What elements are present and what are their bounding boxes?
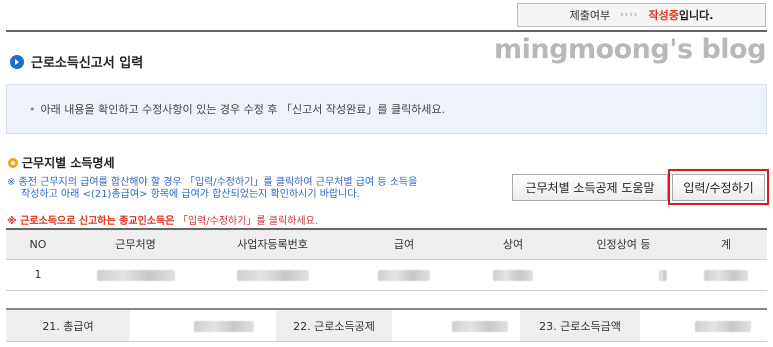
religious-notice-prefix: ※ 근로소득으로 신고하는 종교인소득 <box>7 216 166 227</box>
bullet-icon: • <box>29 102 36 116</box>
table-header-row: NO 근무처명 사업자등록번호 급여 상여 인정상여 등 계 <box>6 228 767 260</box>
cell-workplace-redacted <box>70 259 201 291</box>
totals-row: 21. 총급여 22. 근로소득공제 23. 근로소득금액 <box>6 309 767 342</box>
redacted-value <box>695 320 751 332</box>
info-text: 아래 내용을 확인하고 수정사항이 있는 경우 수정 후 「신고서 작성완료」를… <box>40 103 446 116</box>
earned-income-deduction-label: 22. 근로소득공제 <box>276 309 392 342</box>
status-state: 작성중 <box>648 9 679 22</box>
redacted-value <box>452 320 508 332</box>
cell-total-redacted <box>685 259 767 291</box>
earned-income-amount-label: 23. 근로소득금액 <box>520 309 640 342</box>
workplace-income-table: NO 근무처명 사업자등록번호 급여 상여 인정상여 등 계 1 <box>6 228 767 291</box>
notice-line-1: ※ 종전 근무지의 급여를 합산해야 할 경우 「입력/수정하기」를 클릭하여 … <box>7 177 418 188</box>
highlight-frame <box>668 169 769 205</box>
blog-watermark: mingmoong's blog <box>494 34 766 65</box>
religious-notice-mid: 은 <box>165 216 178 227</box>
income-totals-table: 21. 총급여 22. 근로소득공제 23. 근로소득금액 <box>6 308 767 342</box>
section-title: 근로소득신고서 입력 <box>10 52 143 71</box>
col-header-workplace: 근무처명 <box>70 228 201 260</box>
col-header-business-number: 사업자등록번호 <box>201 228 344 260</box>
notice-line-2: 작성하고 아래 <(21)총급여> 항목에 급여가 합산되었는지 확인하시기 바… <box>21 189 360 200</box>
redacted-value <box>659 269 667 281</box>
section-title-text: 근로소득신고서 입력 <box>31 56 144 71</box>
workplace-income-title-text: 근무지별 소득명세 <box>22 156 115 170</box>
cell-salary-redacted <box>344 259 464 291</box>
previous-workplace-notice: ※ 종전 근무지의 급여를 합산해야 할 경우 「입력/수정하기」를 클릭하여 … <box>7 177 497 201</box>
total-salary-label: 21. 총급여 <box>6 309 130 342</box>
col-header-total: 계 <box>685 228 767 260</box>
cell-business-number-redacted <box>201 259 344 291</box>
ring-bullet-icon <box>8 157 18 168</box>
redacted-value <box>236 269 309 281</box>
progress-arrows-icon: ›››› <box>620 10 639 20</box>
cell-no: 1 <box>6 259 70 291</box>
redacted-value <box>378 269 430 281</box>
redacted-value <box>194 320 254 332</box>
earned-income-amount-value-redacted <box>640 309 767 342</box>
circle-arrow-icon <box>10 54 24 69</box>
submission-status: 제출여부 ›››› 작성중입니다. <box>517 3 766 27</box>
redacted-value <box>96 269 175 281</box>
submission-status-value: 작성중입니다. <box>648 7 713 23</box>
col-header-salary: 급여 <box>344 228 464 260</box>
col-header-no: NO <box>6 228 70 260</box>
redacted-value <box>704 269 748 281</box>
cell-deemed-bonus-redacted <box>562 259 685 291</box>
col-header-bonus: 상여 <box>464 228 562 260</box>
col-header-deemed-bonus: 인정상여 등 <box>562 228 685 260</box>
total-salary-value-redacted <box>130 309 276 342</box>
deduction-help-button[interactable]: 근무처별 소득공제 도움말 <box>512 174 668 201</box>
cell-bonus-redacted <box>464 259 562 291</box>
status-suffix: 입니다. <box>678 9 714 22</box>
redacted-value <box>493 269 533 281</box>
info-box: • 아래 내용을 확인하고 수정사항이 있는 경우 수정 후 「신고서 작성완료… <box>6 84 767 134</box>
top-divider <box>6 30 767 32</box>
religious-income-notice: ※ 근로소득으로 신고하는 종교인소득은 「입력/수정하기」를 클릭하세요. <box>7 212 318 227</box>
table-row: 1 <box>6 259 767 291</box>
religious-notice-suffix: 「입력/수정하기」를 클릭하세요. <box>177 216 318 227</box>
workplace-income-title: 근무지별 소득명세 <box>8 154 115 171</box>
submission-status-label: 제출여부 <box>569 9 611 22</box>
earned-income-deduction-value-redacted <box>392 309 520 342</box>
